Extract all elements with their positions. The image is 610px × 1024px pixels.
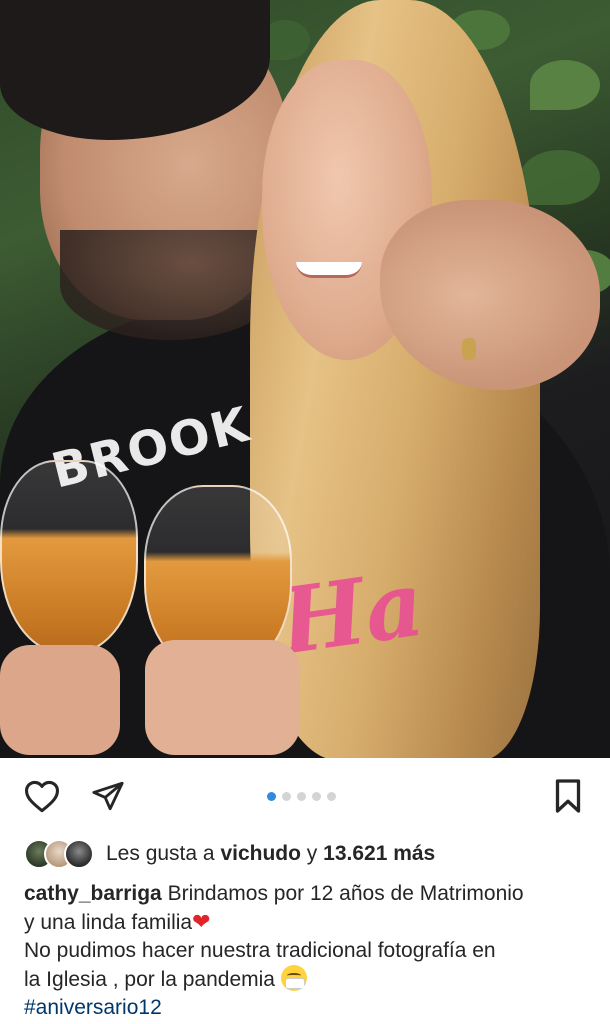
- caption-text-1: Brindamos por 12 años de Matrimonio: [167, 882, 524, 905]
- carousel-dot: [327, 792, 336, 801]
- caption-text-4: la Iglesia , por la pandemia: [24, 968, 275, 991]
- likes-connector: y: [306, 842, 318, 865]
- leaf: [520, 150, 600, 205]
- caption-text-3: No pudimos hacer nuestra tradicional fot…: [24, 939, 496, 962]
- carousel-dot: [312, 792, 321, 801]
- heart-icon[interactable]: [22, 776, 62, 816]
- bookmark-icon[interactable]: [548, 776, 588, 816]
- face-with-mask-emoji-icon: [280, 965, 307, 991]
- likes-prefix: Les gusta a: [106, 842, 215, 865]
- likes-text: Les gusta a vichudo y 13.621 más: [106, 842, 435, 866]
- likes-row[interactable]: Les gusta a vichudo y 13.621 más: [24, 838, 435, 870]
- carousel-dot: [282, 792, 291, 801]
- post-action-bar: [0, 770, 610, 826]
- carousel-dot-active: [267, 792, 276, 801]
- post-caption: cathy_barriga Brindamos por 12 años de M…: [24, 880, 594, 1022]
- caption-username[interactable]: cathy_barriga: [24, 882, 162, 905]
- caption-line-3: No pudimos hacer nuestra tradicional fot…: [24, 937, 594, 965]
- liker-username[interactable]: vichudo: [220, 842, 301, 865]
- caption-line-2: y una linda familia❤: [24, 908, 594, 937]
- carousel-indicator: [267, 792, 336, 801]
- smile: [296, 262, 362, 278]
- carousel-dot: [297, 792, 306, 801]
- likes-count[interactable]: 13.621 más: [323, 842, 435, 865]
- avatar: [64, 839, 94, 869]
- leaf: [530, 60, 600, 110]
- hand-right: [145, 640, 300, 755]
- caption-line-4: la Iglesia , por la pandemia: [24, 965, 594, 994]
- hand-left: [0, 645, 120, 755]
- caption-text-2: y una linda familia: [24, 911, 193, 934]
- wedding-ring: [462, 338, 476, 360]
- caption-line-1: cathy_barriga Brindamos por 12 años de M…: [24, 880, 594, 908]
- post-photo[interactable]: BROOK Ha: [0, 0, 610, 758]
- hashtag-link[interactable]: #aniversario12: [24, 994, 594, 1022]
- wine-glass-left: [0, 460, 138, 655]
- liker-avatars: [24, 839, 94, 869]
- paper-plane-icon[interactable]: [88, 776, 128, 816]
- red-heart-emoji-icon: ❤: [192, 909, 211, 934]
- man-beard: [60, 230, 280, 340]
